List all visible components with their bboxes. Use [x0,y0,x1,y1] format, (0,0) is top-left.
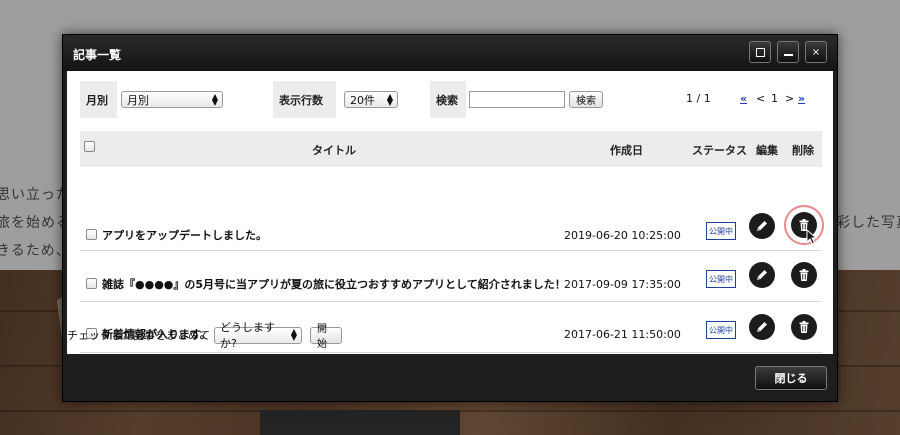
status-badge: 公開中 [706,321,736,339]
current-page: 1 [771,92,778,105]
filter-bar: 月別 月別 ▲ ▼ 表示行数 20件 ▲ ▼ 検索 検索 1 / 1 « < 1… [80,81,822,118]
row-created-date: 2017-09-09 17:35:00 [564,278,681,291]
page-info: 1 / 1 [686,92,711,105]
header-created: 作成日 [610,144,643,157]
edit-button[interactable] [749,314,775,340]
rows-per-page-value: 20件 [350,93,375,107]
modal-footer: 閉じる [63,355,837,401]
select-arrows-icon: ▲ ▼ [211,91,218,107]
next-page-link[interactable]: > [785,92,794,105]
trash-icon [799,269,809,281]
mouse-cursor-icon [806,229,818,245]
select-arrows-icon: ▲ ▼ [386,91,393,107]
rows-per-page-cell: 20件 ▲ ▼ [336,81,430,118]
table-row: アプリをアップデートしました。 2019-06-20 10:25:00 公開中 [80,201,824,251]
row-checkbox[interactable] [86,278,97,289]
row-title: 雑誌『●●●●』の5月号に当アプリが夏の旅に役立つおすすめアプリとして紹介されま… [102,278,566,291]
article-list-modal: 記事一覧 × 月別 月別 ▲ ▼ 表示行数 20件 ▲ ▼ 検索 検索 1 / … [62,34,838,402]
bulk-action-select[interactable]: どうしますか? ▲ ▼ [214,321,302,350]
bulk-action-bar: チェックした記事をまとめて どうしますか? ▲ ▼ 開始 [67,321,342,350]
row-title: アプリをアップデートしました。 [102,229,267,242]
month-select[interactable]: 月別 ▲ ▼ [121,91,223,108]
rows-per-page-label: 表示行数 [273,81,336,118]
close-icon: × [811,46,821,58]
maximize-button[interactable] [749,41,771,63]
modal-titlebar[interactable]: 記事一覧 × [63,35,837,71]
search-label: 検索 [430,81,466,118]
header-delete: 削除 [792,144,814,157]
prev-page-link[interactable]: < [756,92,765,105]
header-edit: 編集 [756,144,778,157]
edit-button[interactable] [749,213,775,239]
select-arrows-icon: ▲ ▼ [290,327,297,342]
month-select-value: 月別 [127,93,149,107]
first-page-link[interactable]: « [740,92,747,105]
pencil-icon [757,221,767,231]
maximize-icon [755,47,765,57]
select-all-checkbox[interactable] [84,141,95,152]
table-header: タイトル 作成日 ステータス 編集 削除 [80,131,822,167]
close-window-button[interactable]: × [805,41,827,63]
row-created-date: 2017-06-21 11:50:00 [564,328,681,341]
status-badge: 公開中 [706,222,736,240]
search-cell: 検索 [466,81,626,118]
table-row: 雑誌『●●●●』の5月号に当アプリが夏の旅に役立つおすすめアプリとして紹介されま… [80,252,822,302]
bulk-action-value: どうしますか? [220,321,275,350]
row-created-date: 2019-06-20 10:25:00 [564,229,681,242]
delete-button[interactable] [791,262,817,288]
modal-title: 記事一覧 [73,48,122,62]
header-title: タイトル [312,144,356,157]
close-button[interactable]: 閉じる [755,366,827,390]
search-input[interactable] [469,91,565,108]
delete-button[interactable] [791,314,817,340]
modal-content: 月別 月別 ▲ ▼ 表示行数 20件 ▲ ▼ 検索 検索 1 / 1 « < 1… [67,71,833,354]
month-filter-cell: 月別 ▲ ▼ [117,81,273,118]
trash-icon [799,321,809,333]
header-status: ステータス [692,144,747,157]
edit-button[interactable] [749,262,775,288]
month-filter-label: 月別 [80,81,117,118]
pencil-icon [757,322,767,332]
status-badge: 公開中 [706,270,736,288]
bulk-action-label: チェックした記事をまとめて [67,329,210,342]
bulk-start-button[interactable]: 開始 [310,324,342,350]
search-button[interactable]: 検索 [569,91,603,108]
rows-per-page-select[interactable]: 20件 ▲ ▼ [344,91,398,108]
last-page-link[interactable]: » [798,92,805,105]
pencil-icon [757,270,767,280]
row-checkbox[interactable] [86,229,97,240]
minimize-button[interactable] [777,41,799,63]
minimize-icon [783,54,793,56]
